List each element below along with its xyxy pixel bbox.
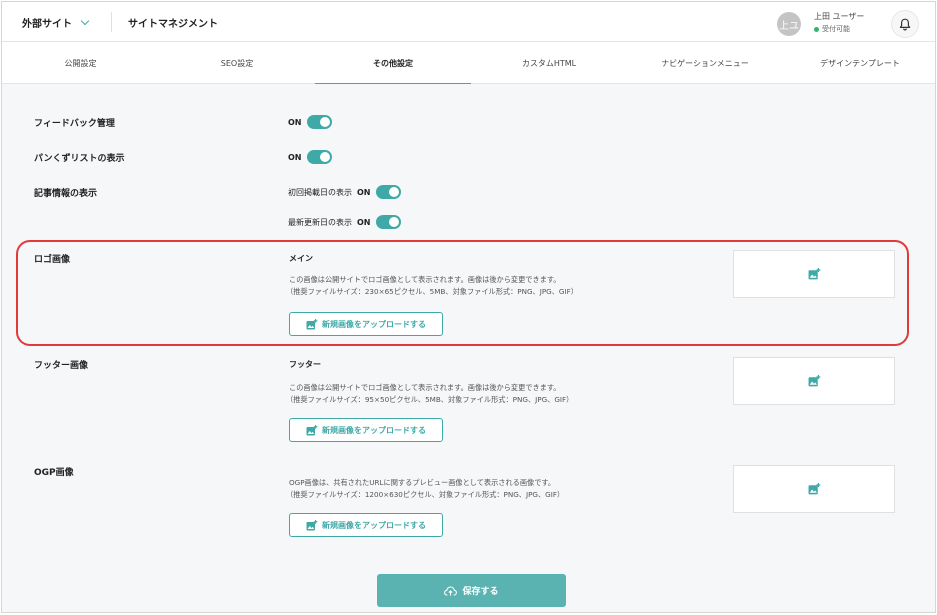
footer-image-desc: この画像は公開サイトでロゴ画像として表示されます。画像は後から変更できます。 <box>289 383 561 392</box>
user-status-text: 受付可能 <box>822 25 850 33</box>
image-add-icon <box>306 519 318 530</box>
footer-image-recommend: （推奨ファイルサイズ：95×50ピクセル、5MB、対象ファイル形式：PNG、JP… <box>286 395 574 404</box>
tab-label: その他設定 <box>373 58 413 68</box>
tab-custom-html[interactable]: カスタムHTML <box>471 42 627 84</box>
tab-label: 公開設定 <box>64 58 97 68</box>
first-published-label: 初回掲載日の表示 <box>288 187 352 197</box>
last-updated-toggle[interactable] <box>375 215 401 229</box>
article-info-label: 記事情報の表示 <box>34 189 98 199</box>
last-updated-label: 最新更新日の表示 <box>288 217 352 227</box>
notification-button[interactable] <box>891 10 919 38</box>
tab-seo-settings[interactable]: SEO設定 <box>159 42 315 84</box>
save-button[interactable]: 保存する <box>377 574 566 607</box>
ogp-image-recommend: （推奨ファイルサイズ：1200×630ピクセル、対象ファイル形式：PNG、JPG… <box>286 490 565 499</box>
ogp-image-label: OGP画像 <box>34 468 74 478</box>
footer-image-subtitle: フッター <box>289 360 321 369</box>
tab-label: SEO設定 <box>220 58 254 68</box>
breadcrumb-toggle[interactable] <box>306 150 332 164</box>
avatar-initials: 上ユ <box>779 20 799 32</box>
tab-publish-settings[interactable]: 公開設定 <box>2 42 159 84</box>
last-updated-toggle-text: ON <box>357 217 371 227</box>
ogp-image-preview[interactable] <box>733 465 895 513</box>
footer-image-label: フッター画像 <box>34 361 89 371</box>
footer-upload-button[interactable]: 新規画像をアップロードする <box>289 418 443 442</box>
tab-navigation-menu[interactable]: ナビゲーションメニュー <box>627 42 783 84</box>
image-add-icon <box>808 483 820 495</box>
tab-label: カスタムHTML <box>521 58 577 68</box>
last-updated-toggle-group: 最新更新日の表示 ON <box>288 215 401 229</box>
tab-label: ナビゲーションメニュー <box>661 58 749 68</box>
feedback-label: フィードバック管理 <box>34 119 115 129</box>
footer-upload-label: 新規画像をアップロードする <box>322 425 426 435</box>
footer-image-preview[interactable] <box>733 357 895 405</box>
top-header: 外部サイト サイトマネジメント 上ユ 上田 ユーザー 受付可能 <box>2 2 935 42</box>
bell-icon <box>899 18 911 31</box>
tab-label: デザインテンプレート <box>820 58 900 68</box>
app-title: サイトマネジメント <box>128 19 218 30</box>
feedback-toggle-text: ON <box>288 117 302 127</box>
ogp-image-desc: OGP画像は、共有されたURLに関するプレビュー画像として表示される画像です。 <box>289 478 556 487</box>
app-frame: 外部サイト サイトマネジメント 上ユ 上田 ユーザー 受付可能 公開設定 SEO… <box>1 1 936 613</box>
save-label: 保存する <box>462 587 499 597</box>
status-dot-icon <box>814 26 819 32</box>
tab-design-template[interactable]: デザインテンプレート <box>783 42 935 84</box>
first-published-toggle-text: ON <box>357 187 371 197</box>
header-divider <box>111 12 112 32</box>
feedback-toggle-group: ON <box>288 115 332 129</box>
first-published-toggle[interactable] <box>375 185 401 199</box>
breadcrumb-toggle-group: ON <box>288 150 332 164</box>
first-published-toggle-group: 初回掲載日の表示 ON <box>288 185 401 199</box>
ogp-upload-button[interactable]: 新規画像をアップロードする <box>289 513 443 537</box>
cloud-upload-icon <box>444 585 458 596</box>
user-status: 受付可能 <box>814 24 850 34</box>
breadcrumb-toggle-text: ON <box>288 152 302 162</box>
user-name: 上田 ユーザー <box>814 12 865 21</box>
settings-content <box>2 84 935 612</box>
logo-section-highlight <box>16 240 909 346</box>
feedback-toggle[interactable] <box>306 115 332 129</box>
breadcrumb-label: パンくずリストの表示 <box>34 154 125 164</box>
tab-other-settings[interactable]: その他設定 <box>315 42 471 85</box>
chevron-down-icon <box>80 16 90 26</box>
site-select-label: 外部サイト <box>22 19 72 30</box>
ogp-upload-label: 新規画像をアップロードする <box>322 520 426 530</box>
image-add-icon <box>306 424 318 435</box>
site-select-dropdown[interactable]: 外部サイト <box>22 15 90 30</box>
avatar[interactable]: 上ユ <box>777 12 801 36</box>
settings-tabs: 公開設定 SEO設定 その他設定 カスタムHTML ナビゲーションメニュー デザ… <box>2 42 935 85</box>
image-add-icon <box>808 375 820 387</box>
